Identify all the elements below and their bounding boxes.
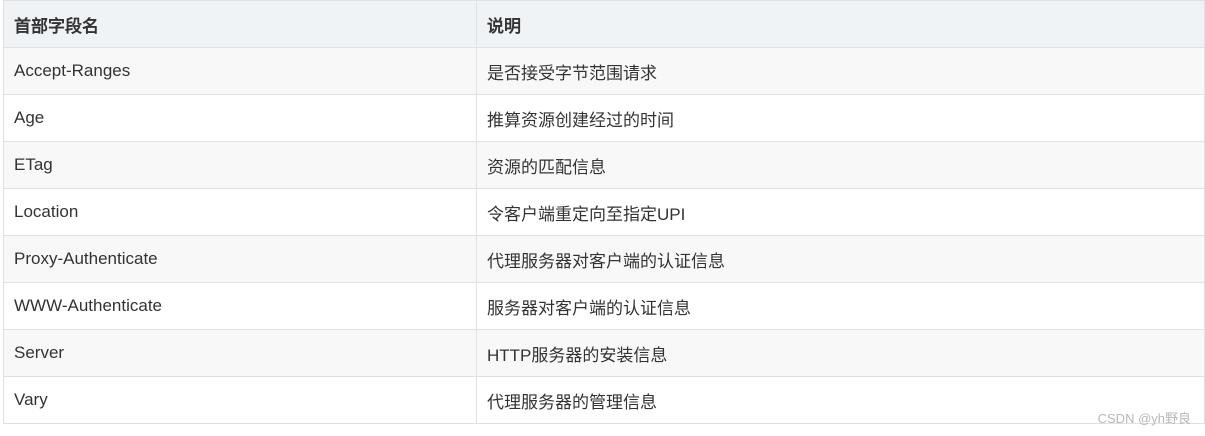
description-cell: 代理服务器对客户端的认证信息 <box>476 235 1205 283</box>
field-name-cell: Age <box>3 94 477 142</box>
description-cell: 资源的匹配信息 <box>476 141 1205 189</box>
header-field-name: 首部字段名 <box>3 0 477 48</box>
table-row: ETag 资源的匹配信息 <box>3 141 1205 189</box>
table-row: WWW-Authenticate 服务器对客户端的认证信息 <box>3 282 1205 330</box>
description-cell: 推算资源创建经过的时间 <box>476 94 1205 142</box>
description-cell: 令客户端重定向至指定UPI <box>476 188 1205 236</box>
description-cell: 服务器对客户端的认证信息 <box>476 282 1205 330</box>
table-row: Server HTTP服务器的安装信息 <box>3 329 1205 377</box>
description-cell: 代理服务器的管理信息 <box>476 376 1205 424</box>
field-name-cell: ETag <box>3 141 477 189</box>
description-cell: HTTP服务器的安装信息 <box>476 329 1205 377</box>
field-name-cell: WWW-Authenticate <box>3 282 477 330</box>
field-name-cell: Proxy-Authenticate <box>3 235 477 283</box>
field-name-cell: Accept-Ranges <box>3 47 477 95</box>
description-cell: 是否接受字节范围请求 <box>476 47 1205 95</box>
table-body: Accept-Ranges 是否接受字节范围请求 Age 推算资源创建经过的时间… <box>3 47 1205 424</box>
table-row: Location 令客户端重定向至指定UPI <box>3 188 1205 236</box>
table-row: Proxy-Authenticate 代理服务器对客户端的认证信息 <box>3 235 1205 283</box>
table-row: Age 推算资源创建经过的时间 <box>3 94 1205 142</box>
table-row: Accept-Ranges 是否接受字节范围请求 <box>3 47 1205 95</box>
field-name-cell: Location <box>3 188 477 236</box>
header-description: 说明 <box>476 0 1205 48</box>
csdn-watermark: CSDN @yh野良 <box>1097 411 1191 426</box>
table-row: Vary 代理服务器的管理信息 <box>3 376 1205 424</box>
table-header-row: 首部字段名 说明 <box>3 0 1205 48</box>
table-header: 首部字段名 说明 <box>3 0 1205 48</box>
field-name-cell: Server <box>3 329 477 377</box>
field-name-cell: Vary <box>3 376 477 424</box>
response-header-table: 首部字段名 说明 Accept-Ranges 是否接受字节范围请求 Age 推算… <box>3 0 1205 424</box>
